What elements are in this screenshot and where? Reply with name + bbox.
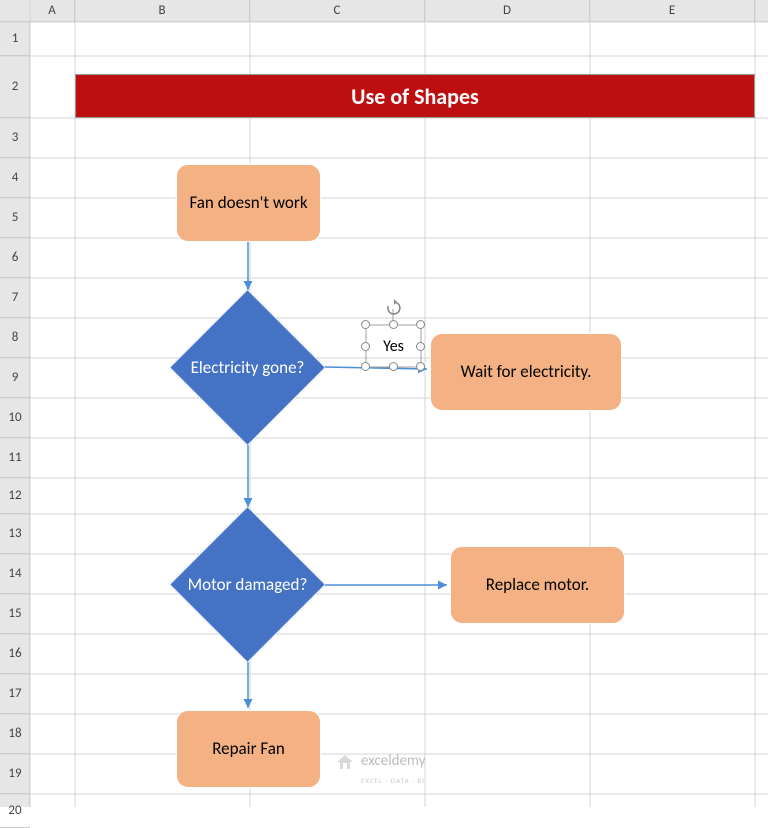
resize-handle-se[interactable] xyxy=(416,362,425,371)
shape-wait[interactable]: Wait for electricity. xyxy=(430,333,622,411)
row-header-3[interactable]: 3 xyxy=(0,118,30,158)
row-header-7[interactable]: 7 xyxy=(0,278,30,318)
shape-repair[interactable]: Repair Fan xyxy=(176,710,321,788)
rotate-icon xyxy=(385,299,403,317)
row-header-13[interactable]: 13 xyxy=(0,514,30,554)
shape-replace-text: Replace motor. xyxy=(486,575,589,595)
shape-motor[interactable]: Motor damaged? xyxy=(170,507,325,662)
shape-electricity[interactable]: Electricity gone? xyxy=(170,290,325,445)
shape-repair-text: Repair Fan xyxy=(212,739,285,759)
row-header-17[interactable]: 17 xyxy=(0,674,30,714)
row-header-8[interactable]: 8 xyxy=(0,318,30,358)
col-header-B[interactable]: B xyxy=(75,0,250,22)
textbox-yes-selected[interactable]: Yes xyxy=(366,325,421,367)
row-header-19[interactable]: 19 xyxy=(0,754,30,794)
rotate-handle[interactable] xyxy=(385,299,403,322)
spreadsheet-grid: ABCDE 1234567891011121314151617181920 Us… xyxy=(0,0,768,807)
resize-handle-e[interactable] xyxy=(416,342,425,351)
selection-border xyxy=(366,325,421,367)
row-header-16[interactable]: 16 xyxy=(0,634,30,674)
row-header-14[interactable]: 14 xyxy=(0,554,30,594)
watermark-brand: exceldemy xyxy=(361,752,425,770)
watermark-tagline: EXCEL · DATA · BI xyxy=(361,776,425,785)
row-header-6[interactable]: 6 xyxy=(0,238,30,278)
shape-electricity-text: Electricity gone? xyxy=(191,357,305,378)
row-header-2[interactable]: 2 xyxy=(0,56,30,118)
shape-wait-text: Wait for electricity. xyxy=(461,362,592,382)
resize-handle-nw[interactable] xyxy=(361,320,370,329)
col-header-E[interactable]: E xyxy=(590,0,755,22)
row-header-4[interactable]: 4 xyxy=(0,158,30,198)
title-text: Use of Shapes xyxy=(351,83,479,110)
house-icon xyxy=(335,752,355,772)
resize-handle-w[interactable] xyxy=(361,342,370,351)
col-header-A[interactable]: A xyxy=(30,0,75,22)
row-header-9[interactable]: 9 xyxy=(0,358,30,398)
resize-handle-sw[interactable] xyxy=(361,362,370,371)
title-bar: Use of Shapes xyxy=(75,74,755,118)
watermark: exceldemy EXCEL · DATA · BI xyxy=(335,752,425,788)
resize-handle-ne[interactable] xyxy=(416,320,425,329)
row-header-10[interactable]: 10 xyxy=(0,398,30,438)
row-header-15[interactable]: 15 xyxy=(0,594,30,634)
shape-fan[interactable]: Fan doesn't work xyxy=(176,164,321,242)
shape-motor-text: Motor damaged? xyxy=(188,574,308,595)
resize-handle-s[interactable] xyxy=(389,362,398,371)
row-header-1[interactable]: 1 xyxy=(0,22,30,56)
shape-fan-text: Fan doesn't work xyxy=(189,193,307,213)
row-header-11[interactable]: 11 xyxy=(0,438,30,478)
col-header-C[interactable]: C xyxy=(250,0,425,22)
row-header-5[interactable]: 5 xyxy=(0,198,30,238)
row-header-20[interactable]: 20 xyxy=(0,794,30,828)
row-header-18[interactable]: 18 xyxy=(0,714,30,754)
shape-replace[interactable]: Replace motor. xyxy=(450,546,625,624)
col-header-D[interactable]: D xyxy=(425,0,590,22)
gridlines xyxy=(0,0,768,807)
row-header-12[interactable]: 12 xyxy=(0,478,30,514)
